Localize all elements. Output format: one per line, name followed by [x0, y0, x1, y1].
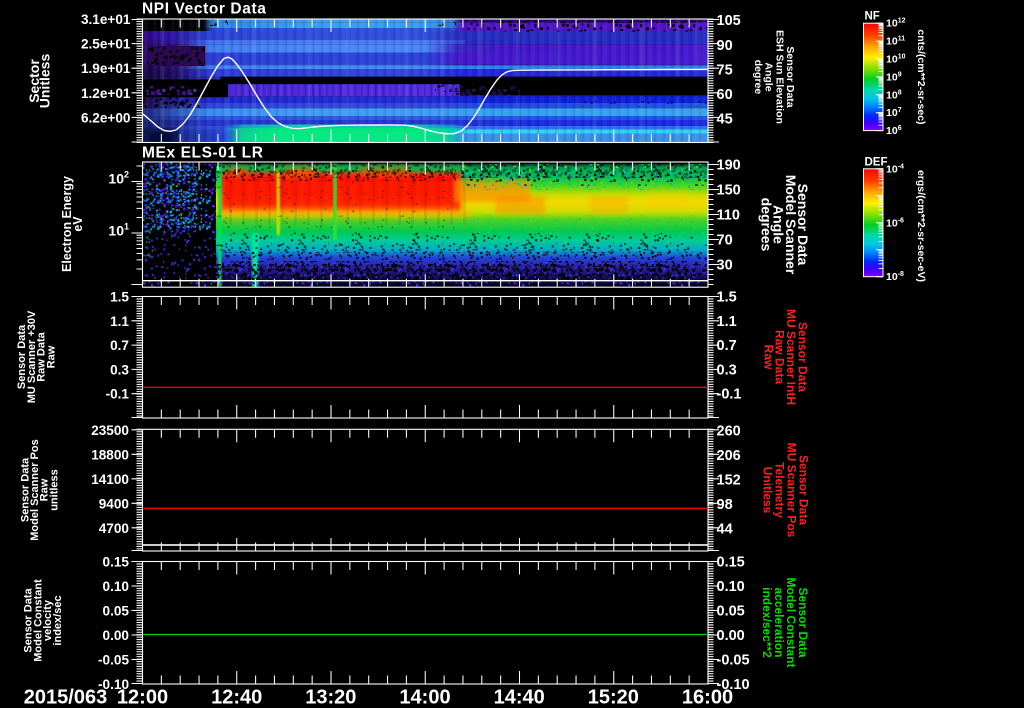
svg-text:0.05: 0.05 — [717, 604, 745, 620]
svg-text:2015/063: 2015/063 — [24, 687, 107, 708]
svg-text:0.00: 0.00 — [717, 628, 745, 644]
svg-text:degrees: degrees — [758, 198, 774, 252]
svg-text:1.1: 1.1 — [110, 314, 129, 329]
svg-text:degree: degree — [752, 60, 764, 95]
svg-text:NPI Vector Data: NPI Vector Data — [142, 1, 266, 18]
svg-text:0.15: 0.15 — [103, 555, 130, 570]
svg-text:4700: 4700 — [99, 521, 129, 536]
svg-text:index/sec: index/sec — [52, 595, 64, 645]
svg-text:70: 70 — [717, 233, 733, 249]
svg-text:14:40: 14:40 — [494, 687, 545, 708]
svg-text:1.5: 1.5 — [717, 290, 737, 306]
svg-text:-0.1: -0.1 — [717, 387, 742, 403]
svg-text:0.10: 0.10 — [717, 579, 745, 595]
svg-text:MEx ELS-01 LR: MEx ELS-01 LR — [142, 145, 264, 162]
svg-text:105: 105 — [717, 13, 741, 29]
svg-text:0.00: 0.00 — [103, 628, 129, 643]
svg-text:45: 45 — [717, 112, 733, 128]
svg-text:Unitless: Unitless — [761, 467, 775, 514]
svg-text:1.9e+01: 1.9e+01 — [81, 61, 131, 76]
svg-text:150: 150 — [717, 183, 741, 199]
svg-text:60: 60 — [717, 87, 733, 103]
svg-text:30: 30 — [717, 258, 733, 274]
svg-text:0.15: 0.15 — [717, 555, 745, 571]
svg-text:16:00: 16:00 — [682, 687, 733, 708]
svg-text:9400: 9400 — [99, 496, 129, 511]
svg-text:1.1: 1.1 — [717, 314, 737, 330]
svg-text:190: 190 — [717, 158, 741, 174]
svg-text:18800: 18800 — [91, 447, 129, 462]
svg-text:index/sec**2: index/sec**2 — [760, 587, 774, 658]
svg-text:13:20: 13:20 — [305, 687, 356, 708]
svg-text:0.05: 0.05 — [103, 604, 130, 619]
svg-text:14100: 14100 — [91, 472, 129, 487]
svg-text:0.7: 0.7 — [717, 338, 737, 354]
svg-text:260: 260 — [717, 423, 741, 439]
svg-text:ergs/(cm**2-sr-sec-eV): ergs/(cm**2-sr-sec-eV) — [915, 170, 927, 282]
svg-text:6.2e+00: 6.2e+00 — [81, 110, 131, 125]
svg-text:eV: eV — [71, 216, 85, 232]
svg-text:1.2e+01: 1.2e+01 — [81, 86, 131, 101]
svg-text:12:40: 12:40 — [211, 687, 262, 708]
svg-text:NF: NF — [865, 11, 880, 23]
svg-text:unitless: unitless — [48, 469, 60, 511]
svg-text:1.5: 1.5 — [110, 290, 129, 305]
svg-text:15:20: 15:20 — [588, 687, 639, 708]
svg-text:75: 75 — [717, 62, 733, 78]
svg-text:14:00: 14:00 — [399, 687, 450, 708]
svg-text:3.1e+01: 3.1e+01 — [81, 12, 131, 27]
svg-text:12:00: 12:00 — [117, 687, 168, 708]
svg-text:cnts/(cm**2-sr-sec): cnts/(cm**2-sr-sec) — [915, 29, 927, 124]
svg-text:-0.05: -0.05 — [98, 653, 129, 668]
svg-text:-0.05: -0.05 — [717, 653, 750, 669]
svg-text:0.7: 0.7 — [110, 338, 129, 353]
svg-text:DEF: DEF — [865, 156, 888, 168]
svg-text:0.3: 0.3 — [717, 362, 737, 378]
svg-text:-0.1: -0.1 — [106, 387, 130, 402]
svg-text:23500: 23500 — [91, 423, 129, 438]
svg-text:90: 90 — [717, 38, 733, 54]
svg-text:Raw: Raw — [761, 345, 775, 370]
svg-text:44: 44 — [717, 521, 733, 537]
svg-text:Raw: Raw — [45, 345, 57, 368]
svg-text:2.5e+01: 2.5e+01 — [81, 37, 131, 52]
svg-text:Unitless: Unitless — [37, 54, 53, 109]
svg-text:110: 110 — [717, 208, 740, 224]
svg-text:0.3: 0.3 — [110, 362, 129, 377]
svg-text:0.10: 0.10 — [103, 579, 129, 594]
svg-text:152: 152 — [717, 472, 741, 488]
svg-text:98: 98 — [717, 497, 733, 513]
svg-text:206: 206 — [717, 448, 741, 464]
